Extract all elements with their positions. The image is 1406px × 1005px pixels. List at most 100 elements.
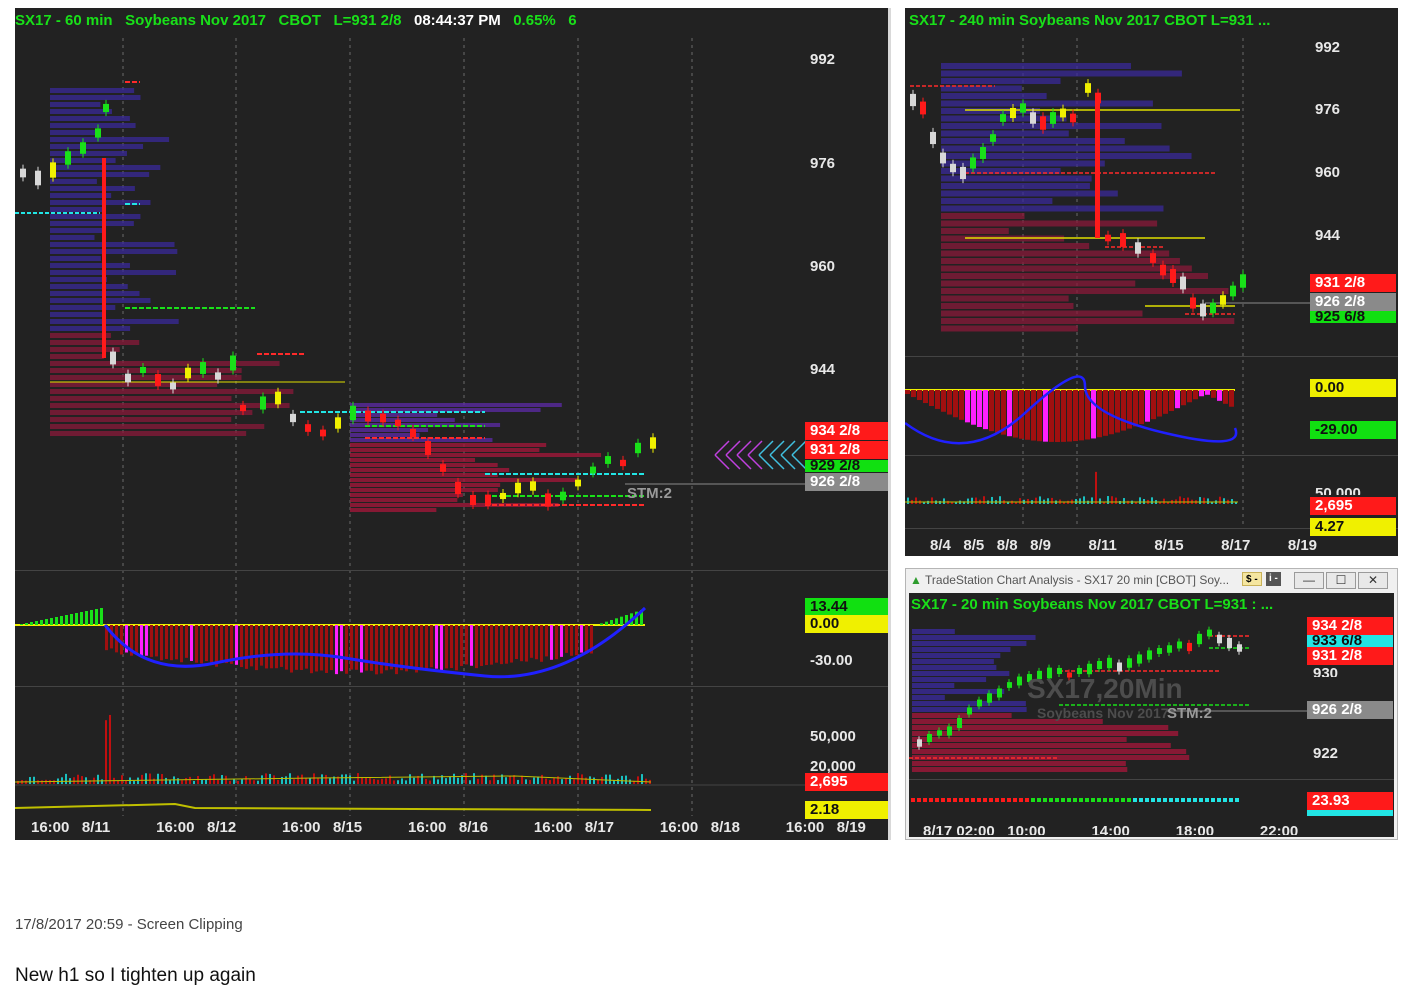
candle-body bbox=[920, 101, 926, 115]
osc-bar bbox=[1061, 798, 1065, 802]
osc-bar bbox=[300, 625, 303, 670]
volume-bar bbox=[405, 780, 407, 784]
maximize-button[interactable]: ☐ bbox=[1326, 572, 1356, 589]
volume-bar bbox=[601, 776, 603, 784]
chart-60min-canvas[interactable] bbox=[15, 8, 891, 840]
candle-body bbox=[410, 428, 416, 438]
window-title[interactable]: ▲ TradeStation Chart Analysis - SX17 20 … bbox=[910, 573, 1229, 587]
close-button[interactable]: ✕ bbox=[1358, 572, 1388, 589]
osc-bar bbox=[1151, 798, 1155, 802]
price-axis-label: 960 bbox=[810, 258, 836, 275]
candle-body bbox=[320, 429, 326, 437]
osc-bar bbox=[370, 625, 373, 671]
pane-separator[interactable] bbox=[15, 570, 888, 571]
volume-bar bbox=[177, 778, 179, 784]
candle-body bbox=[1230, 285, 1236, 297]
osc-bar bbox=[941, 798, 945, 802]
time-axis-label: 8/4 bbox=[930, 537, 951, 554]
info-button[interactable]: i - bbox=[1266, 572, 1281, 586]
pane-separator[interactable] bbox=[905, 356, 1398, 357]
pane-separator[interactable] bbox=[905, 455, 1398, 456]
volume-bar bbox=[189, 776, 191, 784]
volume-profile-bar bbox=[941, 100, 1153, 107]
volume-bar bbox=[161, 774, 163, 784]
candle-body bbox=[35, 170, 41, 186]
volume-bar bbox=[261, 775, 263, 784]
osc-bar bbox=[75, 613, 78, 625]
volume-bar bbox=[305, 777, 307, 784]
volume-profile-bar bbox=[941, 130, 1069, 137]
candle-body bbox=[1050, 112, 1056, 124]
osc-bar bbox=[490, 625, 493, 665]
volume-profile-bar bbox=[50, 116, 130, 121]
chart-240min[interactable]: SX17 - 240 min Soybeans Nov 2017 CBOT L=… bbox=[905, 8, 1398, 556]
time-axis: 16:00 8/11 16:00 8/12 16:00 8/15 16:00 8… bbox=[31, 819, 866, 836]
candle-body bbox=[940, 152, 946, 164]
price-box-stm: 926 2/8 bbox=[1307, 701, 1393, 719]
volume-profile-bar bbox=[50, 270, 177, 275]
volume-bar bbox=[105, 720, 107, 784]
volume-bar bbox=[341, 774, 343, 784]
volume-bar bbox=[361, 777, 363, 784]
osc-bar bbox=[1157, 798, 1161, 802]
volume-bar bbox=[73, 777, 75, 784]
osc-bar bbox=[550, 625, 553, 660]
osc-bar bbox=[460, 625, 463, 667]
volume-bar bbox=[149, 773, 151, 784]
chart-60min[interactable]: SX17 - 60 min Soybeans Nov 2017 CBOT L=9… bbox=[15, 8, 891, 840]
volume-profile-bar bbox=[50, 109, 112, 114]
volume-bar bbox=[257, 780, 259, 784]
candle-body bbox=[977, 699, 982, 707]
title-time: 08:44:37 PM bbox=[413, 12, 501, 29]
osc-bar bbox=[405, 625, 408, 672]
candle-body bbox=[1210, 302, 1216, 314]
volume-profile-bar bbox=[50, 431, 247, 436]
volume-profile-bar bbox=[350, 413, 438, 417]
osc-bar bbox=[575, 625, 578, 656]
candle-body bbox=[575, 479, 581, 487]
osc-bar bbox=[250, 625, 253, 667]
volume-bar bbox=[193, 780, 195, 784]
osc-bar bbox=[1157, 390, 1162, 417]
tradestation-window-20min[interactable]: ▲ TradeStation Chart Analysis - SX17 20 … bbox=[905, 568, 1398, 840]
osc-bar bbox=[929, 798, 933, 802]
volume-bar bbox=[983, 496, 985, 504]
candle-body bbox=[395, 419, 401, 427]
volume-profile-bar bbox=[50, 221, 134, 226]
volume-bar bbox=[605, 774, 607, 784]
pane-separator[interactable] bbox=[15, 686, 888, 687]
watermark-name: Soybeans Nov 2017 bbox=[1037, 705, 1169, 721]
title-symbol: SX17 - 60 min bbox=[15, 12, 113, 29]
osc-bar bbox=[410, 625, 413, 669]
osc-bar bbox=[40, 620, 43, 625]
osc-bar bbox=[1133, 390, 1138, 427]
volume-bar bbox=[457, 777, 459, 784]
volume-bar bbox=[625, 775, 627, 784]
volume-profile-bar bbox=[50, 123, 136, 128]
volume-profile-bar bbox=[941, 228, 1009, 234]
pane-separator[interactable] bbox=[909, 779, 1394, 780]
osc-bar bbox=[585, 625, 588, 654]
volume-profile-bar bbox=[912, 641, 1027, 646]
minimize-button[interactable]: — bbox=[1294, 572, 1324, 589]
osc-bar bbox=[1031, 390, 1036, 441]
volume-bar bbox=[445, 778, 447, 784]
osc-bar bbox=[315, 625, 318, 672]
volume-bar bbox=[109, 714, 111, 784]
dollar-button[interactable]: $ - bbox=[1242, 572, 1262, 586]
volume-profile-bar bbox=[912, 761, 1126, 766]
candle-body bbox=[380, 413, 386, 423]
candle-body bbox=[937, 730, 942, 736]
candle-body bbox=[960, 166, 966, 180]
candle-body bbox=[485, 494, 491, 506]
chart-20min[interactable]: SX17 - 20 min Soybeans Nov 2017 CBOT L=9… bbox=[909, 593, 1394, 837]
osc-bar bbox=[35, 621, 38, 625]
volume-profile-bar bbox=[941, 123, 1162, 129]
volume-profile-bar bbox=[50, 179, 97, 184]
volume-ratio-line bbox=[15, 802, 652, 811]
volume-profile-bar bbox=[50, 298, 151, 303]
osc-bar bbox=[917, 798, 921, 802]
volume-bar bbox=[1151, 497, 1153, 504]
candle-body bbox=[545, 493, 551, 507]
candle-body bbox=[1060, 108, 1066, 118]
